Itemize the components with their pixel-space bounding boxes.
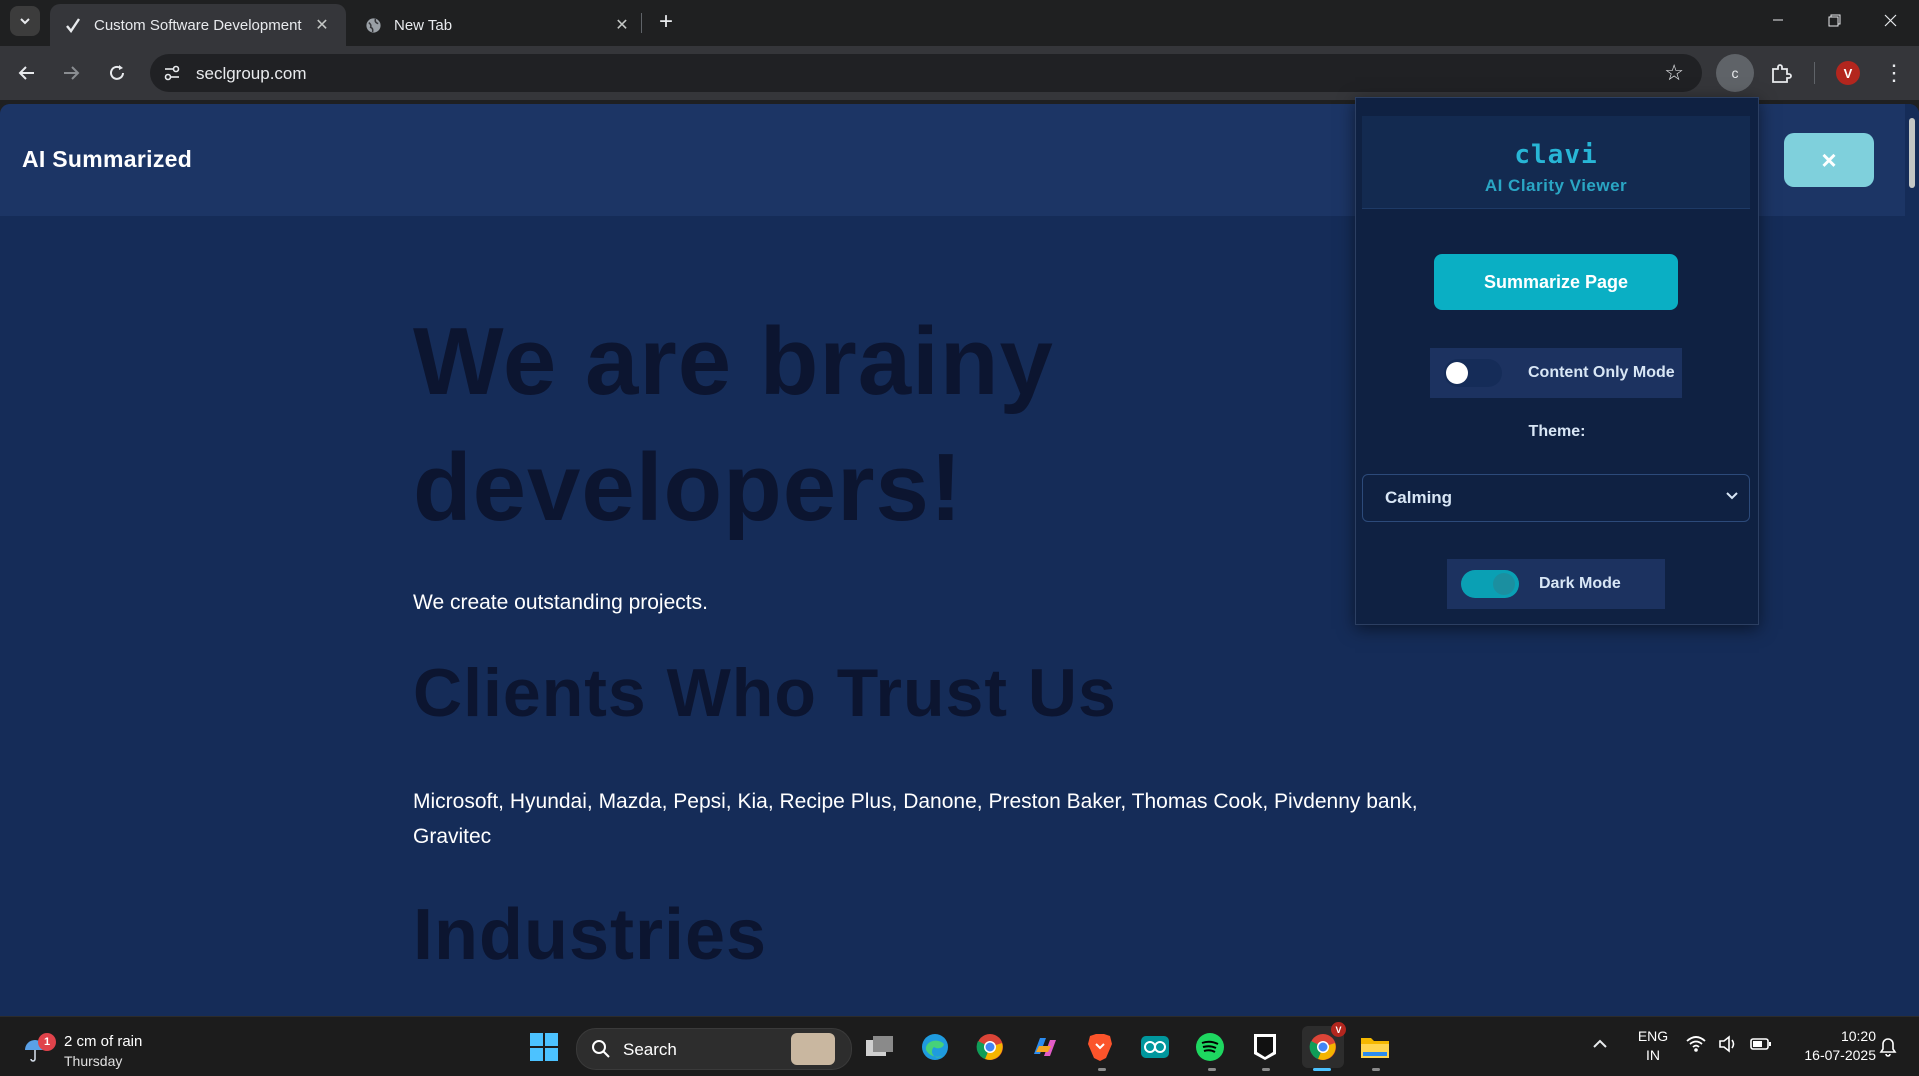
industries-heading: Industries — [413, 895, 768, 975]
search-placeholder: Search — [623, 1040, 677, 1059]
tab-custom-software[interactable]: Custom Software Development ✕ — [50, 4, 346, 46]
clients-heading: Clients Who Trust Us — [413, 655, 1117, 731]
theme-select[interactable]: Calming — [1362, 474, 1750, 522]
content-only-toggle-row[interactable]: Content Only Mode — [1430, 348, 1682, 398]
content-only-switch[interactable] — [1444, 359, 1502, 387]
clavi-popup: clavi AI Clarity Viewer Summarize Page C… — [1355, 97, 1759, 625]
clock-time: 10:20 — [1840, 1028, 1876, 1044]
scrollbar-thumb[interactable] — [1909, 118, 1915, 188]
close-tab-icon[interactable]: ✕ — [312, 15, 332, 35]
chevron-down-icon — [1725, 485, 1739, 508]
system-tray[interactable] — [1686, 1035, 1772, 1053]
weather-condition: 2 cm of rain — [64, 1033, 143, 1050]
profile-avatar[interactable]: V — [1836, 61, 1860, 85]
volume-icon — [1719, 1035, 1735, 1053]
running-indicator — [1372, 1068, 1380, 1071]
forward-arrow-icon[interactable] — [56, 58, 86, 88]
language-indicator[interactable]: ENG IN — [1636, 1027, 1670, 1065]
clavi-extension-button[interactable]: c — [1716, 54, 1754, 92]
region-code: IN — [1646, 1047, 1660, 1063]
windows-taskbar: 1 2 cm of rain Thursday Search V ENG IN … — [0, 1016, 1919, 1076]
headline: We are brainy developers! — [413, 308, 1054, 541]
summarize-page-button[interactable]: Summarize Page — [1434, 254, 1678, 310]
weather-widget[interactable]: 1 2 cm of rain Thursday — [22, 1025, 222, 1069]
wifi-icon — [1686, 1036, 1706, 1052]
running-indicator-active — [1313, 1068, 1331, 1071]
switch-knob — [1493, 573, 1515, 595]
show-hidden-icons-chevron-icon[interactable] — [1592, 1034, 1608, 1055]
dark-mode-label: Dark Mode — [1539, 575, 1621, 592]
switch-knob — [1446, 362, 1468, 384]
browser-toolbar: seclgroup.com ☆ c V ⋮ — [0, 46, 1919, 100]
dark-mode-toggle-row[interactable]: Dark Mode — [1447, 559, 1665, 609]
chrome-profile-badge: V — [1331, 1022, 1346, 1037]
tab-title: New Tab — [394, 16, 453, 34]
search-icon — [592, 1040, 610, 1058]
globe-icon — [364, 16, 382, 34]
running-indicator — [1208, 1068, 1216, 1071]
dark-mode-switch[interactable] — [1461, 570, 1519, 598]
popup-header: clavi AI Clarity Viewer — [1362, 116, 1750, 209]
new-tab-button[interactable]: + — [652, 8, 680, 36]
extension-name: clavi — [1514, 140, 1598, 170]
chrome-icon[interactable] — [972, 1029, 1008, 1065]
system-clock[interactable]: 10:20 16-07-2025 — [1780, 1027, 1876, 1065]
chrome-profile-icon[interactable]: V — [1302, 1022, 1346, 1068]
brave-icon[interactable] — [1082, 1029, 1118, 1065]
clients-list: Microsoft, Hyundai, Mazda, Pepsi, Kia, R… — [413, 790, 1418, 848]
tab-separator — [641, 13, 642, 33]
tab-title: Custom Software Development — [94, 16, 302, 34]
battery-icon — [1750, 1038, 1771, 1050]
weather-day: Thursday — [64, 1053, 123, 1069]
search-highlight-image — [791, 1033, 835, 1065]
copilot-icon[interactable] — [1027, 1029, 1063, 1065]
arduino-icon[interactable] — [1137, 1029, 1173, 1065]
url-text[interactable]: seclgroup.com — [196, 64, 307, 84]
toolbar-separator — [1814, 62, 1815, 84]
extension-tagline: AI Clarity Viewer — [1484, 176, 1628, 195]
tab-strip: Custom Software Development ✕ New Tab ✕ … — [0, 0, 1919, 46]
theme-label: Theme: — [1528, 423, 1586, 440]
more-menu-icon[interactable]: ⋮ — [1882, 58, 1906, 88]
address-bar[interactable]: seclgroup.com ☆ — [150, 54, 1702, 92]
chevron-down-icon — [20, 18, 30, 25]
seclgroup-favicon-icon — [64, 16, 82, 34]
task-view-icon[interactable] — [862, 1029, 898, 1065]
file-explorer-icon[interactable] — [1357, 1029, 1393, 1065]
language-code: ENG — [1637, 1028, 1669, 1044]
notification-bell-icon[interactable] — [1876, 1035, 1900, 1059]
reload-icon[interactable] — [102, 58, 132, 88]
clock-date: 16-07-2025 — [1804, 1047, 1876, 1063]
site-info-icon[interactable] — [160, 61, 184, 85]
epic-games-icon[interactable] — [1247, 1029, 1283, 1065]
weather-badge: 1 — [38, 1033, 56, 1051]
running-indicator — [1098, 1068, 1106, 1071]
header-brand: AI Summarized — [22, 146, 193, 172]
edge-icon[interactable] — [917, 1029, 953, 1065]
running-indicator — [1262, 1068, 1270, 1071]
content-only-label: Content Only Mode — [1528, 364, 1675, 381]
back-arrow-icon[interactable] — [12, 58, 42, 88]
taskbar-search[interactable]: Search — [576, 1028, 852, 1070]
tab-new-tab[interactable]: New Tab ✕ — [350, 4, 640, 46]
page-scrollbar[interactable] — [1905, 104, 1919, 1016]
windows-start-icon[interactable] — [526, 1029, 562, 1065]
close-window-icon[interactable] — [1862, 0, 1918, 40]
close-tab-icon[interactable]: ✕ — [612, 15, 632, 35]
theme-value: Calming — [1385, 488, 1453, 507]
spotify-icon[interactable] — [1192, 1029, 1228, 1065]
subheadline: We create outstanding projects. — [413, 591, 708, 614]
tab-search-button[interactable] — [10, 6, 40, 36]
close-summary-button[interactable]: × — [1784, 133, 1874, 187]
bookmark-star-icon[interactable]: ☆ — [1664, 60, 1684, 86]
restore-icon[interactable] — [1806, 0, 1862, 40]
minimize-icon[interactable] — [1750, 0, 1806, 40]
extensions-puzzle-icon[interactable] — [1764, 56, 1798, 90]
